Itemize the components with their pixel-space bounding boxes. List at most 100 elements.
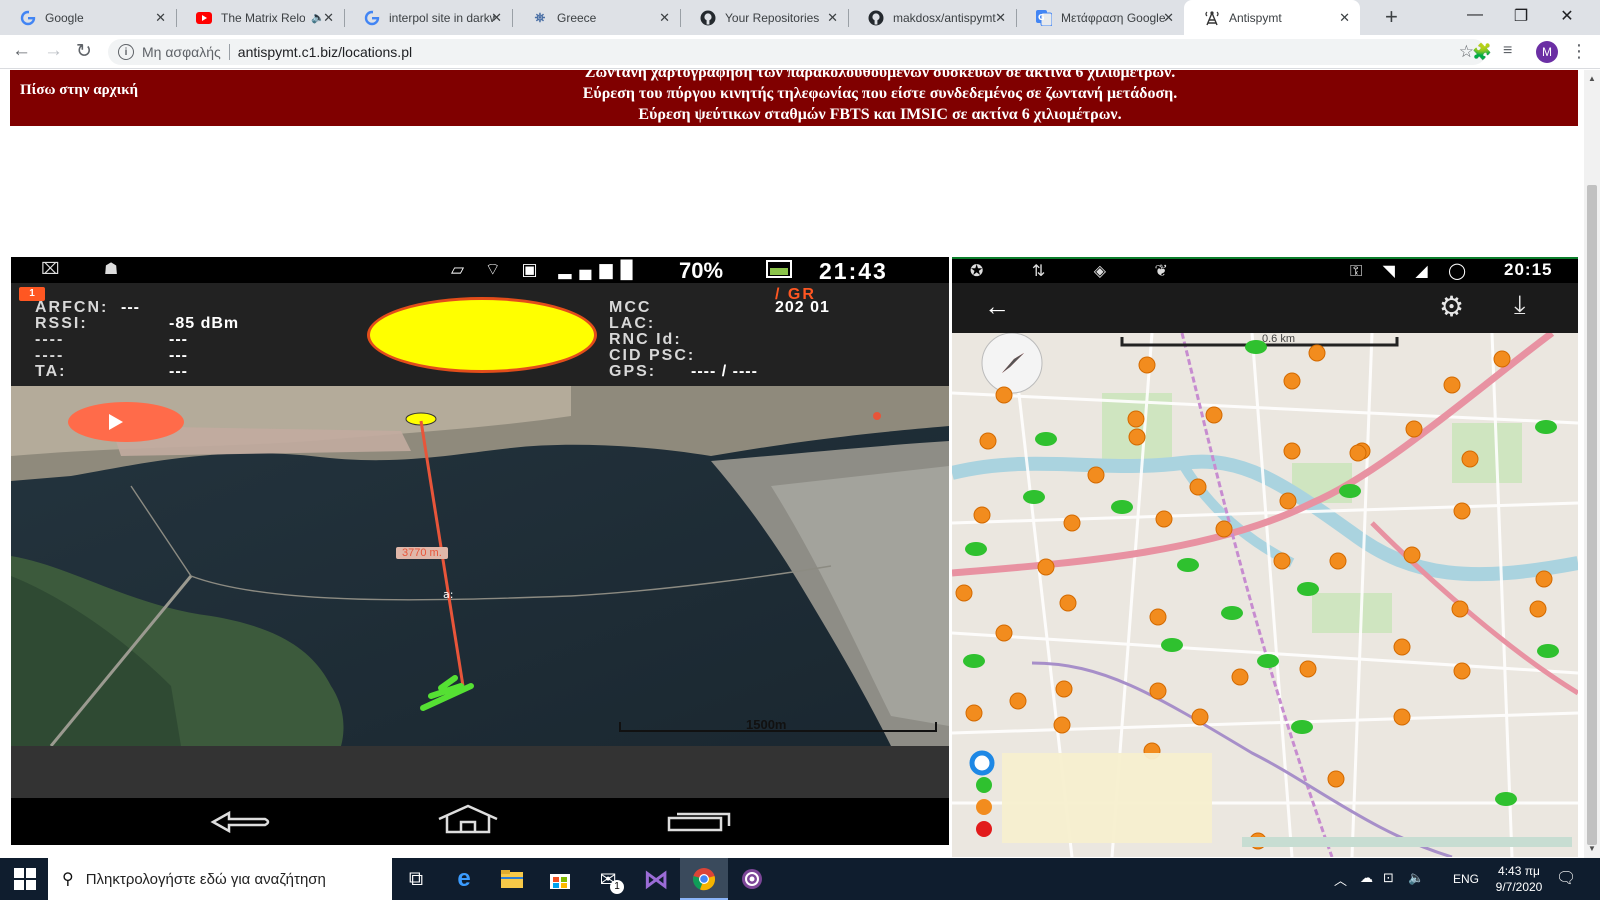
scroll-down-icon[interactable]: ▼ (1588, 844, 1596, 853)
device-marker (1405, 420, 1423, 438)
tower-marker (1535, 420, 1557, 434)
street-map-image (952, 333, 1578, 857)
map-scale-label: 1500m (746, 717, 787, 732)
tab-title: Greece (557, 10, 597, 25)
device-marker (1279, 492, 1297, 510)
close-icon[interactable]: ✕ (323, 10, 334, 26)
tab-title: interpol site in darkw (389, 10, 495, 25)
tower-marker (963, 654, 985, 668)
input-language[interactable]: ENG (1453, 872, 1479, 886)
tab-youtube[interactable]: The Matrix Relo 🔈 ✕ (176, 0, 345, 35)
restore-button[interactable]: ❐ (1498, 6, 1544, 26)
scroll-up-icon[interactable]: ▲ (1588, 74, 1596, 83)
battery-percent: 70% (679, 258, 724, 283)
device-marker (1453, 502, 1471, 520)
chrome-icon[interactable] (680, 858, 728, 900)
page-content: Πίσω στην αρχική Ζωντανή χαρτογράφηση τω… (0, 70, 1584, 858)
not-secure-label[interactable]: Μη ασφαλής (142, 44, 221, 60)
tor-browser-icon[interactable] (728, 858, 776, 900)
phone-nav-bar (11, 798, 949, 845)
tower-marker (1537, 644, 1559, 658)
tower-marker (1257, 654, 1279, 668)
visual-studio-icon[interactable]: ⋈ (632, 858, 680, 900)
browser-toolbar: ← → ↻ i Μη ασφαλής antispymt.c1.biz/loca… (0, 35, 1600, 69)
media-control-icon[interactable]: ≡ (1503, 42, 1512, 60)
task-view-icon[interactable]: ⧉ (392, 858, 440, 900)
device-marker (1128, 428, 1146, 446)
menu-dots-icon[interactable]: ⋮ (1570, 41, 1588, 62)
cell-info-panel: 1 / GR ARFCN: --- RSSI: -85 dBm ---- ---… (11, 283, 949, 386)
field-value: --- (121, 299, 140, 316)
close-icon[interactable]: ✕ (827, 10, 838, 26)
mail-icon[interactable]: ✉ 1 (584, 858, 632, 900)
street-map: 0.6 km (952, 333, 1578, 857)
google-translate-icon: G (1036, 9, 1052, 26)
minimize-button[interactable]: — (1452, 6, 1498, 24)
device-marker (965, 704, 983, 722)
close-icon[interactable]: ✕ (995, 10, 1006, 26)
device-marker (1063, 514, 1081, 532)
search-placeholder[interactable]: Πληκτρολογήστε εδώ για αναζήτηση (86, 871, 326, 888)
back-arrow-icon[interactable]: ← (12, 40, 31, 62)
youtube-icon (196, 10, 212, 26)
device-marker (1349, 444, 1367, 462)
mail-badge: 1 (610, 880, 624, 894)
tower-marker (1111, 500, 1133, 514)
clock-time: 4:43 πμ (1498, 864, 1540, 878)
tab-title: Your Repositories (725, 10, 820, 25)
tab-title: Google (45, 10, 84, 25)
onedrive-icon[interactable]: ☁ (1360, 870, 1373, 886)
close-icon[interactable]: ✕ (155, 10, 166, 26)
forward-arrow-icon[interactable]: → (44, 40, 63, 62)
device-marker (1273, 552, 1291, 570)
tab-google-translate[interactable]: G Μετάφραση Google ✕ (1016, 0, 1184, 35)
url-text[interactable]: antispymt.c1.biz/locations.pl (238, 44, 412, 60)
close-icon[interactable]: ✕ (659, 10, 670, 26)
tower-marker (1339, 484, 1361, 498)
cell-tower-screenshot: ⌧ ☗ ▱ ⌔ ▣ ▂▄▆█ 70% 21:43 1 / GR ARFCN: -… (11, 257, 949, 845)
file-explorer-icon[interactable] (488, 858, 536, 900)
device-marker (1299, 660, 1317, 678)
device-marker (1327, 770, 1345, 788)
tab-title: makdosx/antispymt (893, 10, 996, 25)
close-icon[interactable]: ✕ (491, 10, 502, 26)
notification-icon[interactable]: 🗨 (1556, 868, 1576, 888)
extensions-icon[interactable]: 🧩 (1472, 42, 1492, 62)
google-icon (20, 10, 36, 26)
home-key-icon (438, 804, 498, 834)
tab-antispymt-repo[interactable]: makdosx/antispymt ✕ (848, 0, 1017, 35)
banner-text: Ζωντανή χαρτογράφηση των παρακολουθούμεν… (170, 70, 1584, 125)
volume-icon[interactable]: 🔈 (1408, 870, 1424, 886)
windows-start-icon[interactable] (14, 868, 36, 890)
avatar[interactable]: M (1536, 41, 1558, 63)
close-icon[interactable]: ✕ (1339, 10, 1350, 26)
device-marker (1149, 608, 1167, 626)
network-icon[interactable]: ⊡ (1383, 870, 1394, 886)
edge-icon[interactable]: e (440, 858, 488, 900)
tab-repositories[interactable]: Your Repositories ✕ (680, 0, 849, 35)
back-home-link[interactable]: Πίσω στην αρχική (20, 82, 138, 99)
chevron-up-icon[interactable]: ︿ (1334, 870, 1347, 889)
tab-google[interactable]: Google ✕ (0, 0, 177, 35)
taskbar-search[interactable]: ⚲ Πληκτρολογήστε εδώ για αναζήτηση (48, 858, 392, 900)
satellite-map: a: 3770 m. 1500m (11, 386, 949, 746)
reload-icon[interactable]: ↻ (76, 40, 92, 63)
address-bar[interactable]: i Μη ασφαλής antispymt.c1.biz/locations.… (108, 39, 1486, 65)
tab-strip: Google ✕ The Matrix Relo 🔈 ✕ interpol si… (0, 0, 1600, 35)
download-icon: ⤓ (1514, 289, 1526, 319)
page-scrollbar[interactable]: ▲ ▼ (1584, 70, 1600, 858)
map-scale-label: 0.6 km (1262, 333, 1296, 345)
clock[interactable]: 4:43 πμ 9/7/2020 (1480, 863, 1558, 895)
tab-greece[interactable]: ⛯ Greece ✕ (512, 0, 681, 35)
new-tab-button[interactable]: + (1385, 4, 1398, 30)
close-icon[interactable]: ✕ (1163, 10, 1174, 26)
gear-icon: ⚙ (1439, 291, 1465, 322)
status-icons: ⌧ ☗ (41, 261, 139, 278)
scrollbar-thumb[interactable] (1587, 185, 1597, 845)
close-window-button[interactable]: ✕ (1544, 6, 1590, 26)
signal-indicator (367, 297, 597, 373)
tab-interpol[interactable]: interpol site in darkw ✕ (344, 0, 513, 35)
store-icon[interactable] (536, 858, 584, 900)
tab-antispymt[interactable]: Antispymt ✕ (1184, 0, 1360, 35)
info-icon[interactable]: i (118, 44, 134, 60)
